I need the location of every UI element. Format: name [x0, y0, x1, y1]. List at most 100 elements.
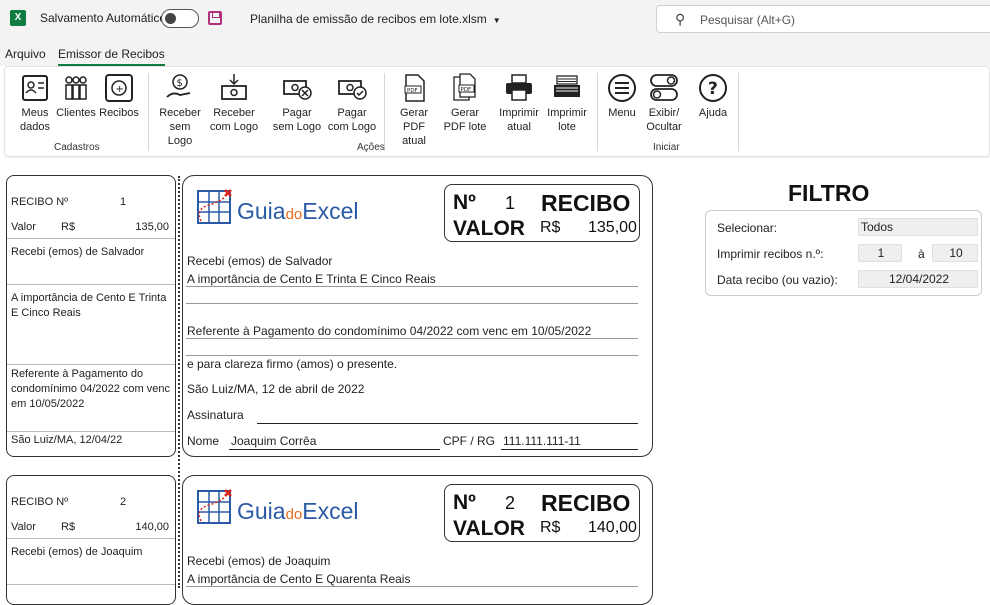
range-to-input[interactable]: 10	[932, 244, 978, 262]
gerar-pdf-atual-label-1: Gerar	[399, 107, 429, 119]
select-dropdown[interactable]: Todos	[858, 218, 978, 236]
search-icon: ⚲	[675, 11, 686, 27]
exibir-ocultar-button[interactable]: Exibir/ Ocultar	[643, 73, 685, 135]
pay-check-icon	[338, 80, 367, 100]
select-label: Selecionar:	[717, 221, 778, 235]
help-circle-icon: ?	[699, 74, 727, 102]
receipt-info-box: Nº 1 RECIBO VALOR R$ 135,00	[444, 184, 640, 242]
grid-logo-icon	[197, 189, 232, 224]
ribbon-separator	[738, 73, 739, 151]
gerar-pdf-lote-label-1: Gerar	[450, 107, 480, 119]
imprimir-atual-label-2: atual	[507, 121, 531, 133]
stub-received-from: Recebi (emos) de Joaquim	[11, 546, 143, 558]
recibos-label: Recibos	[99, 107, 139, 119]
money-hand-icon: $	[166, 74, 191, 98]
cpf-value: 111.111.111-11	[503, 434, 581, 448]
value-label: VALOR	[453, 217, 525, 240]
underline	[186, 303, 638, 304]
clientes-button[interactable]: Clientes	[56, 73, 96, 135]
gerar-pdf-lote-button[interactable]: PDF Gerar PDF lote	[442, 73, 488, 135]
ribbon-separator	[597, 73, 598, 151]
value-label: VALOR	[453, 517, 525, 540]
meus-dados-button[interactable]: Meus dados	[17, 73, 53, 135]
logo-text-c: Excel	[302, 498, 359, 524]
logo-text-a: Guia	[237, 498, 286, 524]
toggle-knob	[165, 13, 176, 24]
receipt-title: RECIBO	[541, 190, 631, 216]
receipt-number: 1	[505, 193, 516, 213]
menu-button[interactable]: Menu	[604, 73, 640, 135]
grid-logo-icon	[197, 489, 232, 524]
pagar-sem-logo-label-1: Pagar	[282, 107, 312, 119]
receipt-card: GuiadoExcel Nº 1 RECIBO VALOR R$ 135,00 …	[182, 175, 653, 457]
currency: R$	[540, 519, 561, 536]
pagar-sem-logo-button[interactable]: Pagar sem Logo	[271, 73, 323, 135]
imprimir-lote-button[interactable]: Imprimir lote	[543, 73, 591, 135]
ajuda-label: Ajuda	[698, 107, 728, 119]
divider	[7, 284, 175, 285]
name-line	[229, 449, 440, 450]
receber-com-logo-button[interactable]: Receber com Logo	[208, 73, 260, 135]
ribbon: Meus dados Clientes + Recibos Cadastros …	[4, 66, 990, 157]
receipt-stub: RECIBO Nº 1 Valor R$ 135,00 Recebi (emos…	[6, 175, 176, 457]
divider	[7, 584, 175, 585]
receber-com-logo-label-1: Receber	[213, 107, 255, 119]
receber-sem-logo-button[interactable]: $ Receber sem Logo	[156, 73, 204, 147]
chevron-down-icon: ▼	[492, 16, 501, 25]
menu-label: Menu	[608, 107, 636, 119]
logo-text: GuiadoExcel	[237, 198, 359, 225]
amount: 140,00	[588, 519, 637, 536]
range-separator: à	[918, 247, 925, 261]
receipt-box-icon: +	[105, 74, 133, 102]
pdf-stack-icon: PDF	[453, 73, 476, 101]
date-label: Data recibo (ou vazio):	[717, 273, 838, 287]
cut-line	[178, 176, 180, 588]
stub-received-from: Recebi (emos) de Salvador	[11, 246, 145, 258]
autosave-label: Salvamento Automático	[40, 11, 167, 25]
underline	[186, 355, 638, 356]
stub-place-date: São Luiz/MA, 12/04/22	[11, 434, 123, 446]
save-icon[interactable]	[208, 11, 222, 25]
pay-cancel-icon	[283, 80, 312, 100]
recibos-button[interactable]: + Recibos	[99, 73, 139, 135]
cpf-label: CPF / RG	[443, 434, 496, 448]
excel-icon[interactable]: X	[10, 10, 26, 26]
tab-arquivo[interactable]: Arquivo	[5, 47, 46, 61]
amount-words: A importância de Cento E Quarenta Reais	[187, 572, 411, 586]
guiadoexcel-logo: GuiadoExcel	[195, 488, 385, 528]
svg-text:$: $	[177, 78, 183, 89]
amount-words: A importância de Cento E Trinta E Cinco …	[187, 272, 436, 286]
stub-amount: 135,00	[135, 221, 169, 233]
range-from-input[interactable]: 1	[858, 244, 902, 262]
title-bar: X Salvamento Automático Planilha de emis…	[0, 0, 990, 40]
imprimir-atual-button[interactable]: Imprimir atual	[496, 73, 542, 135]
gerar-pdf-atual-button[interactable]: PDF Gerar PDF atual	[390, 73, 438, 147]
underline	[186, 338, 638, 339]
tab-emissor-de-recibos[interactable]: Emissor de Recibos	[58, 47, 165, 67]
date-input[interactable]: 12/04/2022	[858, 270, 978, 288]
clarity-text: e para clareza firmo (amos) o presente.	[187, 357, 398, 371]
file-name[interactable]: Planilha de emissão de recibos em lote.x…	[250, 12, 501, 26]
divider	[7, 364, 175, 365]
ajuda-button[interactable]: ? Ajuda	[695, 73, 731, 135]
printer-icon	[506, 74, 532, 101]
received-from: Recebi (emos) de Salvador	[187, 254, 333, 268]
stub-number: 1	[120, 196, 127, 208]
money-down-icon	[221, 74, 247, 100]
pagar-com-logo-button[interactable]: Pagar com Logo	[326, 73, 378, 135]
range-to-value: 10	[949, 246, 963, 260]
receber-sem-logo-label-2: sem Logo	[167, 121, 193, 147]
ribbon-separator	[148, 73, 149, 151]
group-label-acoes: Ações	[357, 142, 385, 153]
cpf-line	[501, 449, 638, 450]
pdf-file-icon: PDF	[404, 74, 425, 102]
guiadoexcel-logo: GuiadoExcel	[195, 188, 385, 228]
receipt-number: 2	[505, 493, 516, 513]
search-box[interactable]: ⚲ Pesquisar (Alt+G)	[656, 5, 990, 33]
signature-line	[257, 423, 638, 424]
underline	[186, 586, 638, 587]
range-from-value: 1	[877, 246, 885, 260]
autosave-toggle[interactable]	[161, 9, 199, 28]
group-label-iniciar: Iniciar	[653, 142, 680, 153]
exibir-ocultar-label-1: Exibir/	[648, 107, 680, 119]
